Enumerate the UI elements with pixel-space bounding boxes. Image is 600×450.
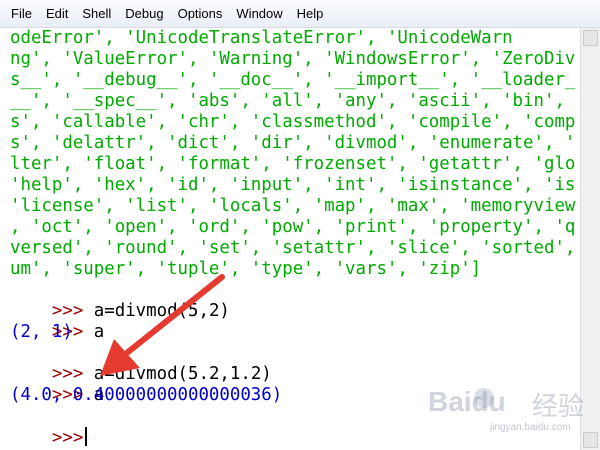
watermark-sub: 经验 xyxy=(532,391,585,421)
paw-icon xyxy=(474,388,494,408)
watermark-brand: Baidu xyxy=(428,386,506,417)
annotation-arrow xyxy=(100,274,225,376)
baidu-watermark: Baidu 经验 jingyan.baidu.com xyxy=(428,386,598,442)
arrow-shaft xyxy=(125,274,225,355)
watermark-url: jingyan.baidu.com xyxy=(490,422,571,433)
